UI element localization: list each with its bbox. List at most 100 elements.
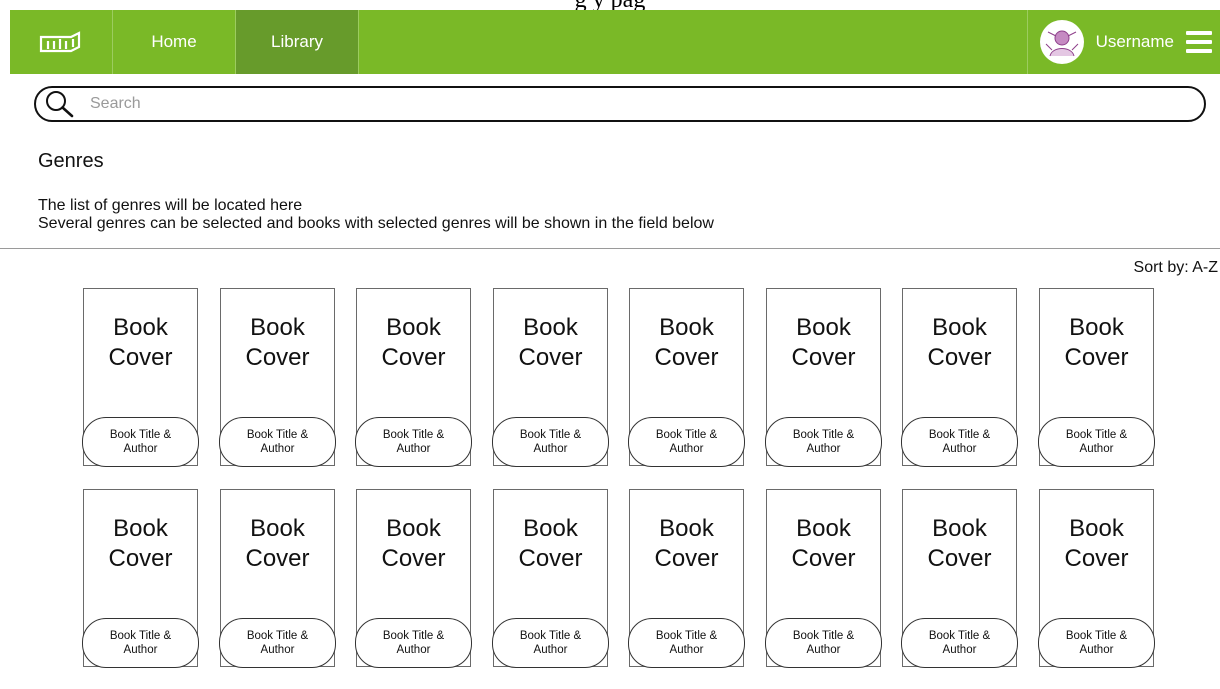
book-title-author[interactable]: Book Title & Author	[492, 417, 609, 467]
divider	[0, 248, 1220, 249]
book-cover: Book Cover	[357, 313, 470, 373]
avatar-icon	[1045, 30, 1078, 57]
book-cover-line: Cover	[927, 545, 992, 572]
book-card[interactable]: Book Cover Book Title & Author	[492, 288, 609, 467]
book-cover-line: Cover	[108, 545, 173, 572]
book-cover-line: Book	[523, 515, 578, 542]
book-cover: Book Cover	[494, 514, 607, 574]
book-card[interactable]: Book Cover Book Title & Author	[1038, 288, 1155, 467]
book-card[interactable]: Book Cover Book Title & Author	[901, 489, 1018, 668]
book-cover: Book Cover	[767, 313, 880, 373]
book-cover: Book Cover	[221, 514, 334, 574]
book-cover: Book Cover	[630, 313, 743, 373]
book-card[interactable]: Book Cover Book Title & Author	[82, 489, 199, 668]
book-cover-line: Cover	[381, 344, 446, 371]
book-cover-line: Book	[1069, 314, 1124, 341]
book-title-author[interactable]: Book Title & Author	[901, 417, 1018, 467]
book-cover-line: Cover	[1064, 545, 1129, 572]
book-title-author[interactable]: Book Title & Author	[765, 417, 882, 467]
page-caption: g y pag	[574, 0, 646, 13]
book-cover-line: Book	[113, 515, 168, 542]
book-title-author[interactable]: Book Title & Author	[901, 618, 1018, 668]
username[interactable]: Username	[1096, 32, 1174, 52]
book-card[interactable]: Book Cover Book Title & Author	[492, 489, 609, 668]
book-cover: Book Cover	[767, 514, 880, 574]
book-cover-line: Book	[796, 314, 851, 341]
book-cover: Book Cover	[903, 313, 1016, 373]
book-cover: Book Cover	[84, 313, 197, 373]
book-cover-line: Cover	[791, 344, 856, 371]
user-menu[interactable]: Username	[1026, 10, 1220, 74]
book-cover: Book Cover	[494, 313, 607, 373]
bookshelf-logo-icon	[39, 31, 81, 53]
nav-home[interactable]: Home	[113, 10, 236, 74]
genres-description-line-1: The list of genres will be located here	[38, 197, 303, 214]
book-cover-line: Book	[250, 314, 305, 341]
book-title-author[interactable]: Book Title & Author	[1038, 417, 1155, 467]
book-cover: Book Cover	[1040, 514, 1153, 574]
book-cover: Book Cover	[357, 514, 470, 574]
book-cover-line: Cover	[381, 545, 446, 572]
book-title-author[interactable]: Book Title & Author	[219, 417, 336, 467]
book-cover-line: Cover	[654, 545, 719, 572]
book-card[interactable]: Book Cover Book Title & Author	[1038, 489, 1155, 668]
book-cover-line: Cover	[245, 545, 310, 572]
book-title-author[interactable]: Book Title & Author	[219, 618, 336, 668]
book-cover-line: Cover	[245, 344, 310, 371]
book-title-author[interactable]: Book Title & Author	[765, 618, 882, 668]
top-navbar: Home Library Username	[10, 10, 1220, 74]
book-cover-line: Book	[932, 314, 987, 341]
book-card[interactable]: Book Cover Book Title & Author	[219, 288, 336, 467]
search-icon[interactable]	[42, 89, 78, 119]
book-cover: Book Cover	[221, 313, 334, 373]
book-card[interactable]: Book Cover Book Title & Author	[628, 489, 745, 668]
book-card[interactable]: Book Cover Book Title & Author	[765, 489, 882, 668]
book-title-author[interactable]: Book Title & Author	[628, 618, 745, 668]
book-card[interactable]: Book Cover Book Title & Author	[219, 489, 336, 668]
genres-description: The list of genres will be located here …	[38, 197, 714, 233]
book-cover-line: Cover	[927, 344, 992, 371]
sort-dropdown[interactable]: Sort by: A-Z	[1134, 259, 1218, 277]
book-cover-line: Cover	[518, 545, 583, 572]
book-card[interactable]: Book Cover Book Title & Author	[765, 288, 882, 467]
book-cover-line: Cover	[1064, 344, 1129, 371]
book-cover-line: Book	[659, 515, 714, 542]
book-title-author[interactable]: Book Title & Author	[355, 417, 472, 467]
book-card[interactable]: Book Cover Book Title & Author	[628, 288, 745, 467]
book-cover-line: Cover	[791, 545, 856, 572]
book-title-author[interactable]: Book Title & Author	[82, 618, 199, 668]
book-cover-line: Book	[113, 314, 168, 341]
book-cover: Book Cover	[903, 514, 1016, 574]
book-card[interactable]: Book Cover Book Title & Author	[355, 489, 472, 668]
genres-heading: Genres	[38, 150, 104, 172]
book-cover-line: Cover	[518, 344, 583, 371]
avatar[interactable]	[1039, 20, 1084, 64]
nav-library[interactable]: Library	[236, 10, 359, 74]
book-cover-line: Book	[386, 515, 441, 542]
logo[interactable]	[10, 10, 113, 74]
book-cover-line: Book	[659, 314, 714, 341]
search-input[interactable]	[88, 94, 1092, 114]
book-card[interactable]: Book Cover Book Title & Author	[901, 288, 1018, 467]
book-cover-line: Book	[796, 515, 851, 542]
book-card[interactable]: Book Cover Book Title & Author	[355, 288, 472, 467]
book-cover: Book Cover	[1040, 313, 1153, 373]
hamburger-icon[interactable]	[1186, 31, 1212, 53]
genres-description-line-2: Several genres can be selected and books…	[38, 215, 714, 232]
search-bar	[34, 86, 1206, 122]
book-title-author[interactable]: Book Title & Author	[82, 417, 199, 467]
book-cover-line: Cover	[654, 344, 719, 371]
book-cover-line: Book	[386, 314, 441, 341]
book-card[interactable]: Book Cover Book Title & Author	[82, 288, 199, 467]
book-title-author[interactable]: Book Title & Author	[355, 618, 472, 668]
book-title-author[interactable]: Book Title & Author	[1038, 618, 1155, 668]
book-cover-line: Book	[523, 314, 578, 341]
book-cover-line: Book	[932, 515, 987, 542]
book-cover-line: Book	[250, 515, 305, 542]
book-cover: Book Cover	[630, 514, 743, 574]
book-title-author[interactable]: Book Title & Author	[628, 417, 745, 467]
book-cover-line: Cover	[108, 344, 173, 371]
book-title-author[interactable]: Book Title & Author	[492, 618, 609, 668]
book-cover: Book Cover	[84, 514, 197, 574]
